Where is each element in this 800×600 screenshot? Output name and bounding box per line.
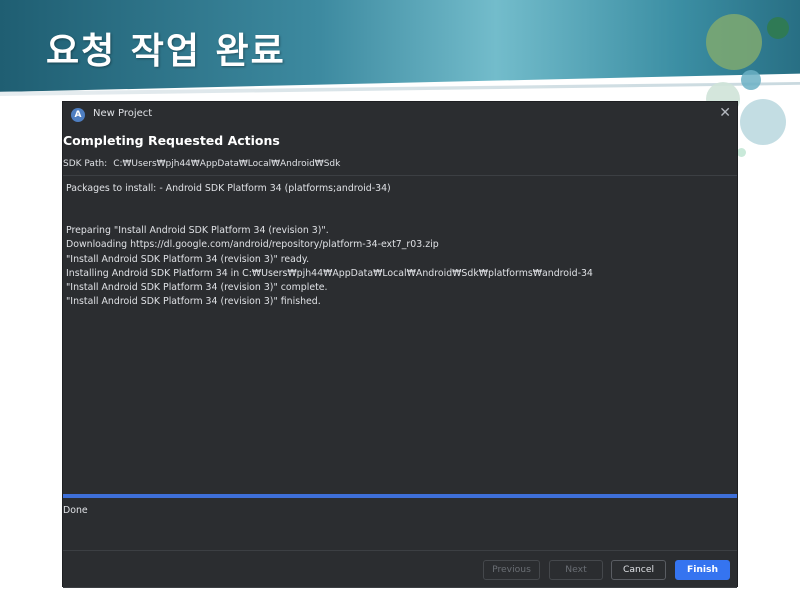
dialog-titlebar: A New Project ✕ [63,102,737,128]
log-line: "Install Android SDK Platform 34 (revisi… [66,296,321,308]
status-text: Done [63,505,88,516]
sdk-path-label: SDK Path: [63,159,108,169]
slide-title: 요청 작업 완료 [46,31,286,72]
packages-to-install: Packages to install: - Android SDK Platf… [66,183,391,194]
dialog-heading: Completing Requested Actions [63,133,280,148]
next-button[interactable]: Next [549,560,603,580]
decorative-circle [706,14,762,70]
log-line: "Install Android SDK Platform 34 (revisi… [66,282,328,294]
sdk-path-row: SDK Path: C:₩Users₩pjh44₩AppData₩Local₩An… [63,159,340,169]
cancel-button[interactable]: Cancel [611,560,666,580]
decorative-circle [767,17,789,39]
window-title: New Project [93,108,153,119]
finish-button[interactable]: Finish [675,560,730,580]
install-log: Preparing "Install Android SDK Platform … [66,224,593,310]
decorative-circle [741,70,761,90]
decorative-circle [740,99,786,145]
footer-divider [63,550,737,551]
close-icon[interactable]: ✕ [719,105,731,121]
log-line: Preparing "Install Android SDK Platform … [66,225,329,236]
log-line: Downloading https://dl.google.com/androi… [66,239,439,251]
new-project-dialog: A New Project ✕ Completing Requested Act… [62,101,738,588]
log-line: Installing Android SDK Platform 34 in C:… [66,267,593,279]
decorative-circle [737,148,746,157]
install-log-area[interactable]: Packages to install: - Android SDK Platf… [63,175,737,588]
android-studio-icon: A [71,108,85,122]
previous-button[interactable]: Previous [483,560,540,580]
log-line: "Install Android SDK Platform 34 (revisi… [66,253,310,265]
sdk-path-value: C:₩Users₩pjh44₩AppData₩Local₩Android₩Sdk [113,159,341,169]
progress-bar [63,494,737,498]
